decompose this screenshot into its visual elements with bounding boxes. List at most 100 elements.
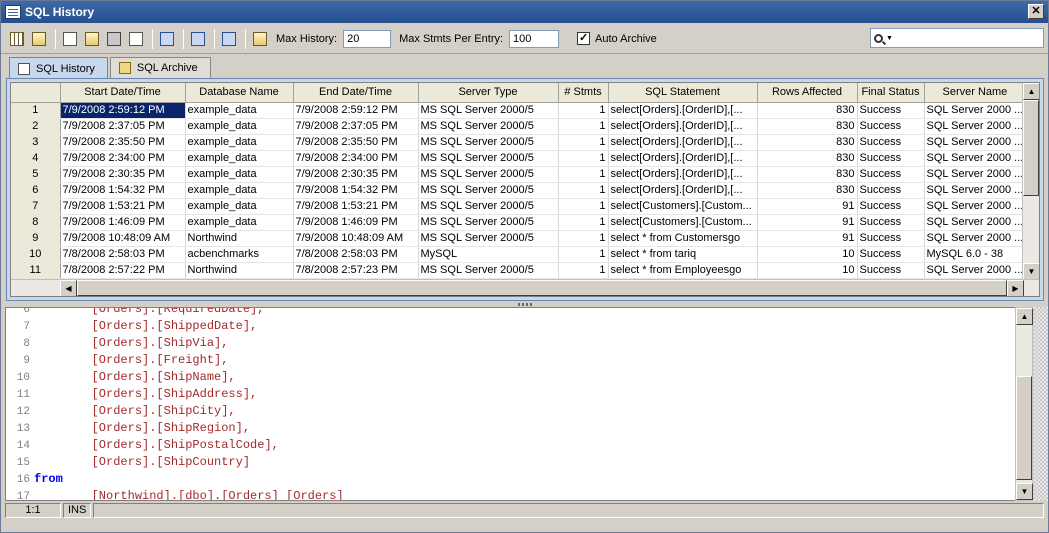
open-folder-icon[interactable] bbox=[82, 29, 102, 49]
row-number[interactable]: 11 bbox=[11, 262, 61, 279]
scroll-up-icon[interactable]: ▲ bbox=[1016, 308, 1033, 325]
table-cell: Success bbox=[857, 118, 925, 135]
code-line[interactable]: 10 [Orders].[ShipName], bbox=[6, 369, 1006, 386]
print-icon[interactable] bbox=[104, 29, 124, 49]
table-row[interactable]: 4 7/9/2008 2:34:00 PM example_data 7/9/2008… bbox=[11, 150, 1027, 167]
code-text: [Orders].[ShipVia], bbox=[34, 336, 229, 350]
archive-icon[interactable] bbox=[250, 29, 270, 49]
editor-side-strip bbox=[1034, 307, 1048, 501]
grid-view-icon[interactable] bbox=[7, 29, 27, 49]
grid-vertical-scrollbar[interactable]: ▲ ▼ bbox=[1022, 83, 1039, 280]
code-line[interactable]: 16 from bbox=[6, 471, 1006, 488]
code-line[interactable]: 7 [Orders].[ShippedDate], bbox=[6, 318, 1006, 335]
table-row[interactable]: 3 7/9/2008 2:35:50 PM example_data 7/9/2008… bbox=[11, 134, 1027, 151]
code-line[interactable]: 9 [Orders].[Freight], bbox=[6, 352, 1006, 369]
scroll-down-icon[interactable]: ▼ bbox=[1016, 483, 1033, 500]
row-number[interactable]: 6 bbox=[11, 182, 61, 199]
delete-entry-icon[interactable] bbox=[219, 29, 239, 49]
auto-archive-checkbox[interactable]: ✓ bbox=[577, 32, 591, 45]
table-cell: SQL Server 2000 ... bbox=[924, 182, 1027, 199]
scroll-thumb[interactable] bbox=[1023, 100, 1039, 196]
table-cell: 1 bbox=[558, 166, 609, 183]
scroll-right-icon[interactable]: ▶ bbox=[1007, 280, 1024, 296]
column-header[interactable]: Start Date/Time bbox=[60, 83, 186, 103]
table-cell: 7/9/2008 2:59:12 PM bbox=[60, 102, 186, 119]
toolbar-separator bbox=[214, 28, 215, 49]
table-cell: MS SQL Server 2000/5 bbox=[418, 262, 559, 279]
row-number[interactable]: 3 bbox=[11, 134, 61, 151]
table-cell: MySQL 6.0 - 38 bbox=[924, 246, 1027, 263]
column-header[interactable]: End Date/Time bbox=[293, 83, 419, 103]
table-row[interactable]: 2 7/9/2008 2:37:05 PM example_data 7/9/2008… bbox=[11, 118, 1027, 135]
column-header[interactable]: Server Name bbox=[924, 83, 1027, 103]
splitter-grip-icon[interactable] bbox=[518, 303, 532, 306]
grid-options-icon[interactable] bbox=[29, 29, 49, 49]
chevron-down-icon[interactable]: ▼ bbox=[886, 35, 893, 42]
editor-vertical-scrollbar[interactable]: ▲ ▼ bbox=[1015, 307, 1033, 501]
row-number[interactable]: 8 bbox=[11, 214, 61, 231]
column-header[interactable] bbox=[11, 83, 61, 103]
row-number[interactable]: 7 bbox=[11, 198, 61, 215]
table-cell: 7/8/2008 2:58:03 PM bbox=[60, 246, 186, 263]
table-row[interactable]: 11 7/8/2008 2:57:22 PM Northwind 7/8/2008 2… bbox=[11, 262, 1027, 279]
tab-sql-archive[interactable]: SQL Archive bbox=[109, 57, 211, 78]
row-number[interactable]: 9 bbox=[11, 230, 61, 247]
column-header[interactable]: Server Type bbox=[418, 83, 559, 103]
table-cell: SQL Server 2000 ... bbox=[924, 118, 1027, 135]
table-row[interactable]: 5 7/9/2008 2:30:35 PM example_data 7/9/2008… bbox=[11, 166, 1027, 183]
tab-bar: SQL History SQL Archive bbox=[9, 57, 213, 79]
table-cell: MS SQL Server 2000/5 bbox=[418, 150, 559, 167]
table-cell: 7/9/2008 2:30:35 PM bbox=[60, 166, 186, 183]
row-number[interactable]: 10 bbox=[11, 246, 61, 263]
tab-sql-history[interactable]: SQL History bbox=[9, 57, 108, 79]
edit-icon[interactable] bbox=[60, 29, 80, 49]
table-cell: Success bbox=[857, 230, 925, 247]
code-line[interactable]: 14 [Orders].[ShipPostalCode], bbox=[6, 437, 1006, 454]
table-cell: 91 bbox=[757, 198, 858, 215]
code-line[interactable]: 17 [Northwind].[dbo].[Orders] [Orders] bbox=[6, 488, 1006, 500]
code-line[interactable]: 8 [Orders].[ShipVia], bbox=[6, 335, 1006, 352]
scroll-left-icon[interactable]: ◀ bbox=[60, 280, 77, 296]
close-icon[interactable]: ✕ bbox=[1028, 4, 1044, 19]
copy-icon[interactable] bbox=[126, 29, 146, 49]
scroll-up-icon[interactable]: ▲ bbox=[1023, 83, 1039, 100]
search-input[interactable]: ▼ bbox=[870, 28, 1044, 48]
column-header[interactable]: # Stmts bbox=[558, 83, 609, 103]
code-line[interactable]: 13 [Orders].[ShipRegion], bbox=[6, 420, 1006, 437]
code-line[interactable]: 6 [Orders].[RequiredDate], bbox=[6, 308, 1006, 318]
code-line[interactable]: 12 [Orders].[ShipCity], bbox=[6, 403, 1006, 420]
table-cell: Success bbox=[857, 134, 925, 151]
scroll-thumb[interactable] bbox=[77, 280, 1007, 296]
column-header[interactable]: SQL Statement bbox=[608, 83, 758, 103]
table-row[interactable]: 6 7/9/2008 1:54:32 PM example_data 7/9/2008… bbox=[11, 182, 1027, 199]
row-number[interactable]: 4 bbox=[11, 150, 61, 167]
max-stmts-input[interactable] bbox=[509, 29, 560, 48]
table-cell: 7/8/2008 2:57:23 PM bbox=[293, 262, 419, 279]
panel-layout-icon[interactable] bbox=[188, 29, 208, 49]
table-cell: Success bbox=[857, 214, 925, 231]
table-cell: acbenchmarks bbox=[185, 246, 294, 263]
line-number: 8 bbox=[23, 338, 30, 350]
row-number[interactable]: 2 bbox=[11, 118, 61, 135]
export-icon[interactable] bbox=[157, 29, 177, 49]
table-row[interactable]: 7 7/9/2008 1:53:21 PM example_data 7/9/2008… bbox=[11, 198, 1027, 215]
table-row[interactable]: 9 7/9/2008 10:48:09 AM Northwind 7/9/2008 1… bbox=[11, 230, 1027, 247]
column-header[interactable]: Database Name bbox=[185, 83, 294, 103]
column-header[interactable]: Rows Affected bbox=[757, 83, 858, 103]
grid-horizontal-scrollbar[interactable]: ◀ ▶ bbox=[11, 279, 1039, 296]
code-line[interactable]: 11 [Orders].[ShipAddress], bbox=[6, 386, 1006, 403]
column-header[interactable]: Final Status bbox=[857, 83, 925, 103]
history-grid: Start Date/Time Database Name End Date/T… bbox=[10, 82, 1040, 297]
sql-editor[interactable]: 6 [Orders].[RequiredDate], 7 [Orders].[Sh… bbox=[5, 307, 1032, 501]
max-history-input[interactable] bbox=[343, 29, 392, 48]
row-number[interactable]: 1 bbox=[11, 102, 61, 119]
grid-header-row: Start Date/Time Database Name End Date/T… bbox=[11, 83, 1027, 103]
scroll-down-icon[interactable]: ▼ bbox=[1023, 263, 1039, 280]
scroll-thumb[interactable] bbox=[1016, 376, 1032, 480]
code-line[interactable]: 15 [Orders].[ShipCountry] bbox=[6, 454, 1006, 471]
table-cell: 7/8/2008 2:58:03 PM bbox=[293, 246, 419, 263]
table-row[interactable]: 8 7/9/2008 1:46:09 PM example_data 7/9/2008… bbox=[11, 214, 1027, 231]
row-number[interactable]: 5 bbox=[11, 166, 61, 183]
table-row[interactable]: 1 7/9/2008 2:59:12 PM example_data 7/9/2008… bbox=[11, 102, 1027, 119]
table-row[interactable]: 10 7/8/2008 2:58:03 PM acbenchmarks 7/8/200… bbox=[11, 246, 1027, 263]
